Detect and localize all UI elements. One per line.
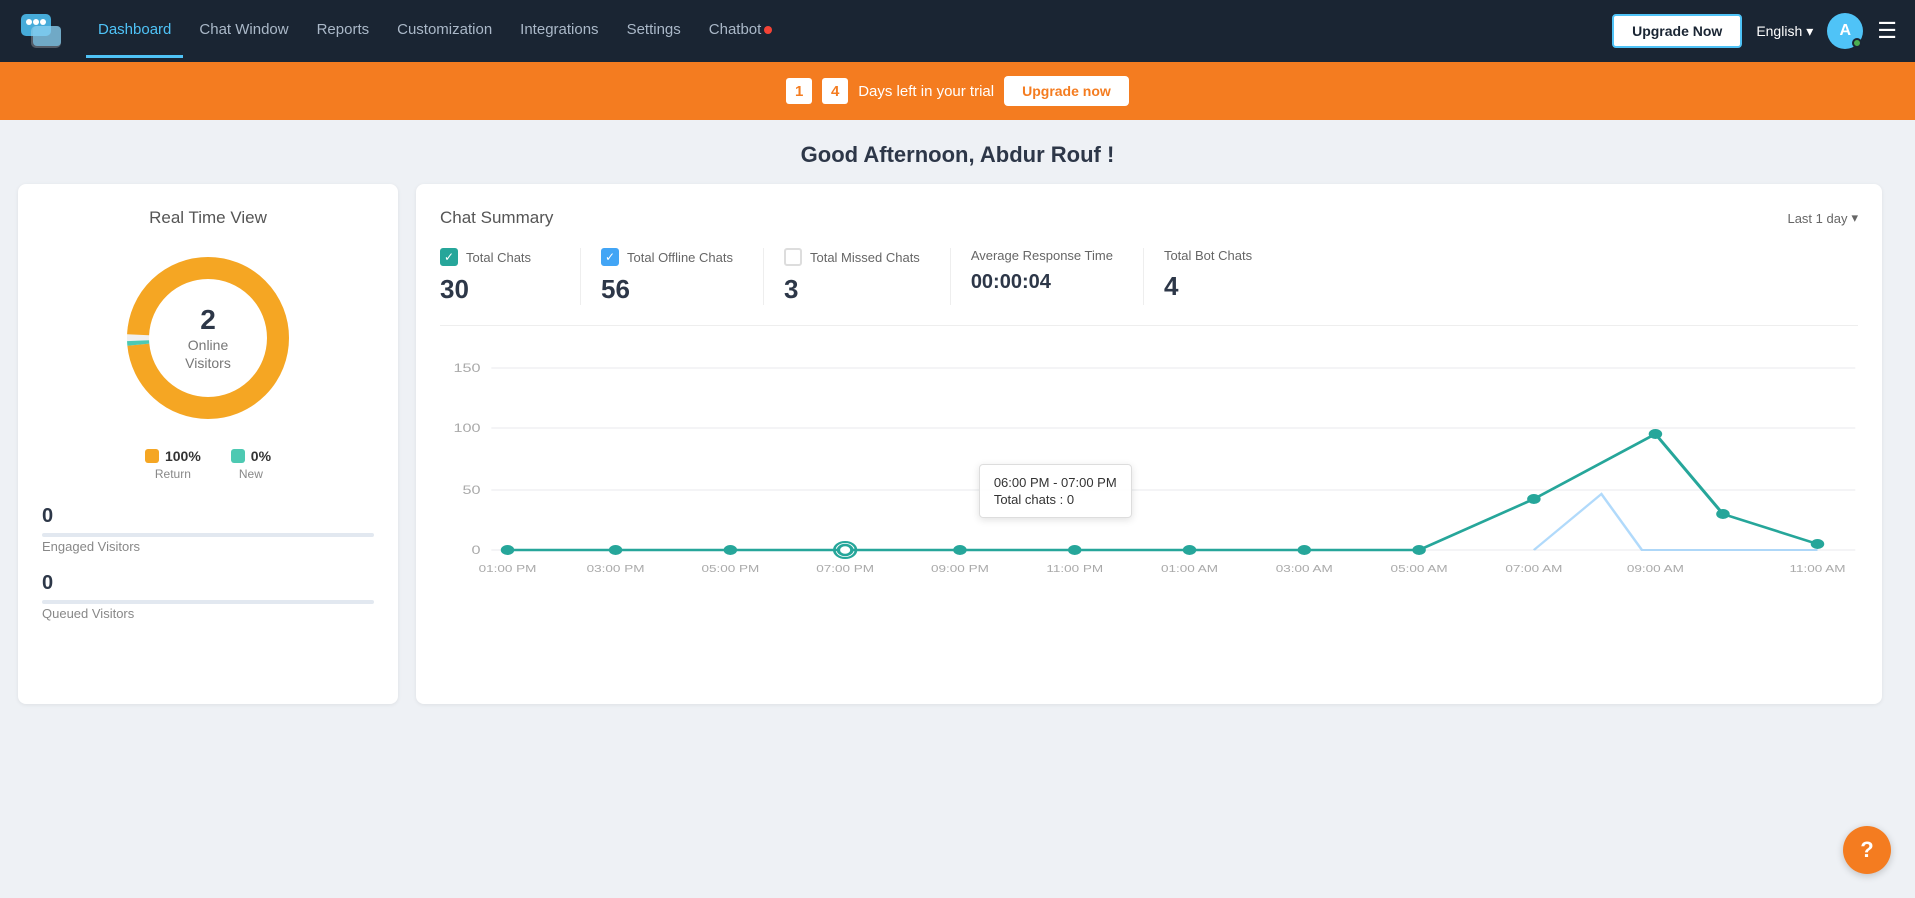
- total-bot-chats-col: Total Bot Chats 4: [1164, 248, 1304, 302]
- language-selector[interactable]: English ▾: [1756, 23, 1813, 40]
- nav-links: Dashboard Chat Window Reports Customizat…: [86, 5, 1604, 58]
- svg-text:0: 0: [471, 544, 480, 557]
- right-panel: Chat Summary Last 1 day ▾ ✓ Total Chats …: [416, 184, 1882, 704]
- donut-chart: 2 Online Visitors: [42, 248, 374, 428]
- svg-text:09:00 AM: 09:00 AM: [1627, 563, 1684, 575]
- nav-right: Upgrade Now English ▾ A ☰: [1612, 13, 1897, 49]
- queued-visitors-stat: 0 Queued Visitors: [42, 572, 374, 621]
- left-panel: Real Time View 2 Online Visitors: [18, 184, 398, 704]
- total-chats-col: ✓ Total Chats 30: [440, 248, 580, 305]
- trial-num-2: 4: [822, 78, 848, 104]
- chat-summary-title: Chat Summary: [440, 208, 553, 228]
- left-panel-title: Real Time View: [42, 208, 374, 228]
- chart-area: 150 100 50 0: [440, 354, 1858, 584]
- trial-text: Days left in your trial: [858, 83, 994, 100]
- chevron-down-icon: ▾: [1851, 210, 1858, 226]
- total-offline-chats-col: ✓ Total Offline Chats 56: [601, 248, 763, 305]
- logo[interactable]: [18, 10, 68, 52]
- trial-banner: 1 4 Days left in your trial Upgrade now: [0, 62, 1915, 120]
- svg-text:100: 100: [453, 422, 480, 435]
- nav-integrations[interactable]: Integrations: [508, 5, 610, 58]
- svg-text:01:00 AM: 01:00 AM: [1161, 563, 1218, 575]
- svg-text:03:00 PM: 03:00 PM: [587, 563, 645, 575]
- total-missed-checkbox[interactable]: [784, 248, 802, 266]
- svg-text:07:00 PM: 07:00 PM: [816, 563, 874, 575]
- nav-customization[interactable]: Customization: [385, 5, 504, 58]
- nav-dashboard[interactable]: Dashboard: [86, 5, 183, 58]
- engaged-visitors-stat: 0 Engaged Visitors: [42, 505, 374, 554]
- avatar-status-dot: [1852, 38, 1862, 48]
- svg-text:03:00 AM: 03:00 AM: [1276, 563, 1333, 575]
- svg-text:07:00 AM: 07:00 AM: [1505, 563, 1562, 575]
- chatbot-dot: [764, 26, 772, 34]
- svg-text:05:00 AM: 05:00 AM: [1391, 563, 1448, 575]
- chevron-down-icon: ▾: [1806, 23, 1813, 40]
- trial-upgrade-button[interactable]: Upgrade now: [1004, 76, 1129, 106]
- svg-text:05:00 PM: 05:00 PM: [701, 563, 759, 575]
- total-chats-checkbox[interactable]: ✓: [440, 248, 458, 266]
- date-filter[interactable]: Last 1 day ▾: [1787, 210, 1858, 226]
- avg-response-time-col: Average Response Time 00:00:04: [971, 248, 1143, 294]
- legend-new: 0% New: [231, 448, 271, 481]
- stats-row: ✓ Total Chats 30 ✓ Total Offline Chats 5…: [440, 248, 1858, 326]
- nav-chatbot[interactable]: Chatbot: [697, 5, 785, 58]
- total-missed-chats-col: Total Missed Chats 3: [784, 248, 950, 305]
- svg-text:50: 50: [462, 484, 480, 497]
- nav-reports[interactable]: Reports: [305, 5, 382, 58]
- svg-text:11:00 AM: 11:00 AM: [1789, 563, 1845, 575]
- svg-text:150: 150: [453, 362, 480, 375]
- nav-chat-window[interactable]: Chat Window: [187, 5, 300, 58]
- total-offline-checkbox[interactable]: ✓: [601, 248, 619, 266]
- right-panel-header: Chat Summary Last 1 day ▾: [440, 208, 1858, 228]
- hamburger-icon[interactable]: ☰: [1877, 18, 1897, 44]
- legend-return: 100% Return: [145, 448, 201, 481]
- donut-legend: 100% Return 0% New: [42, 448, 374, 481]
- svg-text:09:00 PM: 09:00 PM: [931, 563, 989, 575]
- help-button[interactable]: ?: [1843, 826, 1891, 874]
- svg-text:11:00 PM: 11:00 PM: [1046, 563, 1103, 575]
- nav-settings[interactable]: Settings: [615, 5, 693, 58]
- trial-num-1: 1: [786, 78, 812, 104]
- svg-text:01:00 PM: 01:00 PM: [479, 563, 537, 575]
- navbar: Dashboard Chat Window Reports Customizat…: [0, 0, 1915, 62]
- legend-new-color: [231, 449, 245, 463]
- avatar[interactable]: A: [1827, 13, 1863, 49]
- upgrade-now-button[interactable]: Upgrade Now: [1612, 14, 1742, 48]
- legend-return-color: [145, 449, 159, 463]
- greeting: Good Afternoon, Abdur Rouf !: [0, 120, 1915, 184]
- main-content: Real Time View 2 Online Visitors: [0, 184, 1900, 722]
